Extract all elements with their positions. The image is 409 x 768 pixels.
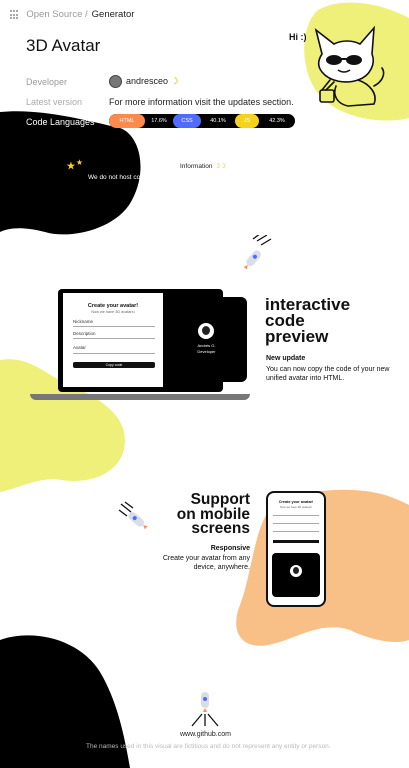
rocket-icon — [243, 235, 272, 270]
phone-field[interactable] — [273, 515, 319, 516]
lang-name-html: HTML — [109, 114, 145, 128]
phone-mockup: Create your avatar! Now we have 3D avata… — [266, 491, 326, 607]
description-field[interactable] — [73, 338, 155, 339]
lang-percent-js: 42.3% — [269, 118, 285, 124]
feature-preview-heading: interactive code preview — [265, 295, 351, 347]
feature-mobile-text: Create your avatar from any device, anyw… — [162, 555, 250, 572]
lang-name-css: CSS — [173, 114, 201, 128]
copy-code-button[interactable]: Copy code — [73, 362, 155, 368]
moon-icon: ☽☽ — [214, 163, 226, 170]
phone-button[interactable] — [273, 540, 319, 543]
developer-name: andresceo — [126, 75, 169, 86]
apps-grid-icon[interactable] — [10, 10, 19, 19]
nickname-field[interactable] — [73, 326, 155, 327]
rocket-launch-icon — [191, 692, 219, 727]
languages-label: Code Languages — [26, 117, 95, 127]
footer-url[interactable]: www.github.com — [180, 731, 231, 738]
form-label-avatar: Avatar — [73, 345, 86, 350]
feature-preview-text: You can now copy the code of your new un… — [266, 366, 390, 383]
feature-mobile-heading: Support on mobile screens — [176, 491, 250, 538]
developer-label: Developer — [26, 77, 68, 87]
information-text: We do not host copyrighted images, use i… — [88, 174, 322, 181]
version-value: For more information visit the updates s… — [109, 97, 294, 107]
avatar-card: Andrés G. Developer — [166, 297, 247, 382]
stars-icon: ★★ — [66, 158, 84, 173]
card-role: Developer — [197, 349, 216, 354]
version-label: Latest version — [26, 97, 83, 107]
laptop-base — [30, 394, 250, 400]
top-left-black-blob — [0, 111, 141, 235]
form-label-description: Description — [73, 331, 96, 336]
phone-avatar-card — [272, 553, 320, 597]
form-title: Create your avatar! — [87, 303, 139, 309]
breadcrumb: Open Source / Generator — [10, 9, 134, 20]
lang-percent-css: 40.1% — [210, 118, 226, 124]
avatar-field[interactable] — [73, 353, 155, 354]
phone-field[interactable] — [273, 531, 319, 532]
cat-illustration — [314, 25, 385, 107]
phone-form-subtitle: Now we have 3D avatars! — [280, 505, 312, 509]
form-label-nickname: Nickname — [73, 319, 94, 324]
page-title: 3D Avatar — [26, 36, 101, 55]
lang-segment-css: CSS 40.1% — [173, 114, 235, 128]
lang-name-js: JS — [235, 114, 259, 128]
lang-percent-html: 17.6% — [151, 118, 167, 124]
feature-preview-subheading: New update — [266, 355, 306, 362]
phone-form-title: Create your avatar! — [278, 500, 314, 504]
phone-field[interactable] — [273, 523, 319, 524]
breadcrumb-parent[interactable]: Open Source / — [26, 9, 87, 20]
breadcrumb-current: Generator — [91, 9, 135, 20]
lang-segment-html: HTML 17.6% — [109, 114, 173, 128]
card-name: Andrés G. — [197, 343, 216, 348]
avatar — [109, 75, 122, 88]
developer-value[interactable]: andresceo ☽ — [109, 75, 179, 88]
languages-bar: HTML 17.6% CSS 40.1% JS 42.3% — [109, 114, 295, 128]
card-avatar — [198, 323, 214, 339]
footer-disclaimer: The names used in this visual are fictit… — [86, 743, 331, 750]
rocket-icon — [118, 501, 148, 530]
hi-greeting: Hi :) — [289, 32, 307, 42]
information-title: Information ☽☽ — [180, 163, 226, 170]
feature-mobile-subheading: Responsive — [210, 545, 250, 552]
laptop-form: Create your avatar! Now we have 3D avata… — [63, 293, 163, 387]
form-subtitle: Now we have 3D avatars! — [91, 310, 135, 314]
moon-icon: ☽ — [170, 75, 179, 86]
lang-segment-js: JS 42.3% — [235, 114, 295, 128]
